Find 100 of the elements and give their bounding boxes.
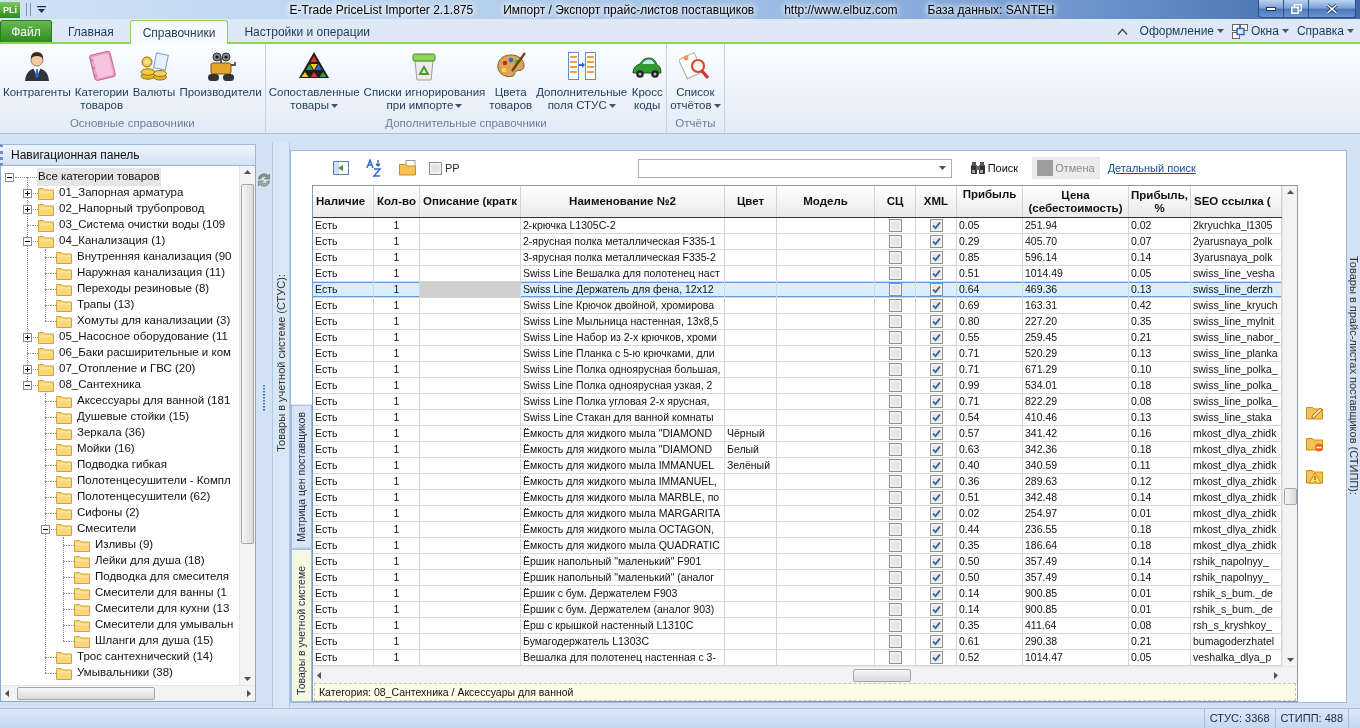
tree-item[interactable]: 06_Баки расширительные и ком [58,344,232,362]
ribbon-button[interactable]: Список отчётов [668,49,723,113]
tree-item[interactable]: Умывальники (38) [76,664,174,682]
checkbox[interactable] [888,347,902,360]
detailed-search-link[interactable]: Детальный поиск [1107,159,1196,177]
tree-item[interactable]: 08_Сантехника [58,376,142,394]
scroll-right-icon[interactable] [1274,671,1278,679]
tree-item[interactable]: Изливы (9) [94,536,155,554]
grip-handle[interactable] [262,384,266,412]
vertical-scrollbar[interactable] [239,166,255,685]
ribbon-button[interactable]: Списки игнорирования при импорте [361,49,488,113]
checkbox[interactable] [929,491,943,504]
horizontal-scrollbar[interactable] [1,685,255,701]
ribbon-tab[interactable]: Главная [55,20,127,42]
tree-item[interactable]: Душевые стойки (15) [76,408,191,426]
checkbox[interactable] [888,523,902,536]
tree-item[interactable]: Подводка для смесителя [94,568,230,586]
checkbox[interactable] [888,315,902,328]
checkbox[interactable] [929,267,943,280]
tree-item[interactable]: 01_Запорная арматура [58,184,185,202]
table-row[interactable]: Есть 1 Ёршик с бум. Держателем F903 0.14 900.85 0.01 rshik_s_bum._de [313,586,1282,602]
scroll-down-icon[interactable] [1286,658,1294,662]
tree-item[interactable]: Зеркала (36) [76,424,147,442]
menu-button[interactable]: Справка [1292,22,1358,40]
checkbox[interactable] [929,523,943,536]
checkbox[interactable] [888,251,902,264]
column-header[interactable]: Цвет [725,186,777,217]
checkbox[interactable] [888,651,902,664]
tree-item[interactable]: 07_Отопление и ГВС (20) [58,360,197,378]
table-row[interactable]: Есть 1 Swiss Line Планка с 5-ю крючками, дли 0.71 520.29 0.13 swiss_line_planka [313,346,1282,362]
checkbox[interactable] [888,475,902,488]
checkbox[interactable] [888,283,902,296]
checkbox[interactable] [929,235,943,248]
table-row[interactable]: Есть 1 3-ярусная полка металлическая F335-2 0.85 596.14 0.14 3yarusnaya_polk [313,250,1282,266]
ribbon-button[interactable]: Дополнительные поля СТУС [534,49,630,113]
column-header[interactable]: СЦ [875,186,916,217]
checkbox[interactable] [929,347,943,360]
checkbox[interactable] [888,507,902,520]
restore-button[interactable] [1284,0,1309,18]
ribbon-button[interactable]: Сопоставленные товары [266,49,362,113]
checkbox[interactable] [888,299,902,312]
column-header[interactable]: Наличие [313,186,374,217]
checkbox[interactable] [929,395,943,408]
table-row[interactable]: Есть 1 Swiss Line Крючок двойной, хромирова 0.69 163.31 0.42 swiss_line_kryuch [313,298,1282,314]
table-row[interactable]: Есть 1 Swiss Line Держатель для фена, 12x12 0.64 469.36 0.13 swiss_line_derzh [313,282,1282,298]
checkbox[interactable] [929,571,943,584]
checkbox[interactable] [929,603,943,616]
caret-icon[interactable] [37,6,46,13]
checkbox[interactable] [888,619,902,632]
tree-item[interactable]: Хомуты для канализации (3) [76,312,232,330]
table-row[interactable]: Есть 1 Swiss Line Набор из 2-х крючков, хроми 0.55 259.45 0.21 swiss_line_nabor_ [313,330,1282,346]
table-row[interactable]: Есть 1 Ёмкость для жидкого мыла "DIAMOND Белый 0.63 342.36 0.18 mkost_dlya_zhidk [313,442,1282,458]
folder-minus-icon[interactable] [1306,435,1324,452]
checkbox[interactable] [929,251,943,264]
checkbox[interactable] [929,651,943,664]
tree-item[interactable]: Подводка гибкая [76,456,168,474]
scroll-up-icon[interactable] [244,170,251,174]
ribbon-tab[interactable]: Настройки и операции [231,20,384,42]
tree-item[interactable]: Внутренняя канализация (90 [76,248,233,266]
tree-item[interactable]: Переходы резиновые (8) [76,280,211,298]
table-row[interactable]: Есть 1 Ёмкость для жидкого мыла OCTAGON, 0.44 236.55 0.18 mkost_dlya_zhidk [313,522,1282,538]
side-tab[interactable]: Матрица цен поставщиков [291,405,312,550]
tree-item[interactable]: Мойки (16) [76,440,136,458]
table-row[interactable]: Есть 1 Ёмкость для жидкого мыла QUADRATIC 0.35 186.64 0.18 mkost_dlya_zhidk [313,538,1282,554]
scroll-right-icon[interactable] [247,690,251,697]
checkbox[interactable] [888,379,902,392]
table-row[interactable]: Есть 1 Ёмкость для жидкого мыла IMMANUEL, 0.36 289.63 0.12 mkost_dlya_zhidk [313,474,1282,490]
checkbox[interactable] [929,587,943,600]
checkbox[interactable] [929,507,943,520]
tree-item[interactable]: Смесители для ванны (1 [94,584,228,602]
tree-item[interactable]: 04_Канализация (1) [58,232,167,250]
ribbon-tab[interactable]: Справочники [129,20,229,44]
expand-toggle-icon[interactable] [23,188,32,198]
tree-item[interactable]: 02_Напорный трубопровод [58,200,206,218]
checkbox[interactable] [888,603,902,616]
table-row[interactable]: Есть 1 Ёршик с бум. Держателем (аналог 903) 0.14 900.85 0.01 rshik_s_bum._de [313,602,1282,618]
sort-icon[interactable] [365,159,383,177]
table-row[interactable]: Есть 1 Swiss Line Полка угловая 2-х ярусная, 0.71 822.29 0.08 swiss_line_polka_ [313,394,1282,410]
table-row[interactable]: Есть 1 2-ярусная полка металлическая F335-1 0.29 405.70 0.07 2yarusnaya_polk [313,234,1282,250]
folder-warning-icon[interactable] [1306,467,1324,484]
checkbox[interactable] [888,427,902,440]
checkbox[interactable] [929,427,943,440]
column-header[interactable]: Наименование №2 [521,186,725,217]
table-row[interactable]: Есть 1 Ёмкость для жидкого мыла MARGARITA 0.02 254.97 0.01 mkost_dlya_zhidk [313,506,1282,522]
collapse-toggle-icon[interactable] [23,236,32,246]
checkbox[interactable] [929,555,943,568]
table-row[interactable]: Есть 1 Swiss Line Стакан для ванной комнаты 0.54 410.46 0.13 swiss_line_staka [313,410,1282,426]
tree-item[interactable]: Все категории товаров [37,168,161,186]
tree-item[interactable]: Наружная канализация (11) [76,264,226,282]
table-row[interactable]: Есть 1 Ёршик напольный "маленький" (аналог 0.50 357.49 0.14 rshik_napolnyy_ [313,570,1282,586]
table-row[interactable]: Есть 1 Ёмкость для жидкого мыла "DIAMOND Чёрный 0.57 341.42 0.16 mkost_dlya_zhidk [313,426,1282,442]
checkbox[interactable] [929,315,943,328]
tree-item[interactable]: Смесители для умывальн [94,616,235,634]
search-button[interactable]: Поиск [965,157,1023,179]
expand-toggle-icon[interactable] [23,332,32,342]
tree-item[interactable]: Аксессуары для ванной (181 [76,392,232,410]
tree-item[interactable]: 03_Система очистки воды (109 [58,216,227,234]
checkbox[interactable] [929,331,943,344]
table-row[interactable]: Есть 1 Ёмкость для жидкого мыла IMMANUEL Зелёный 0.40 340.59 0.11 mkost_dlya_zhidk [313,458,1282,474]
ribbon-button[interactable]: Кросс коды [629,49,666,113]
